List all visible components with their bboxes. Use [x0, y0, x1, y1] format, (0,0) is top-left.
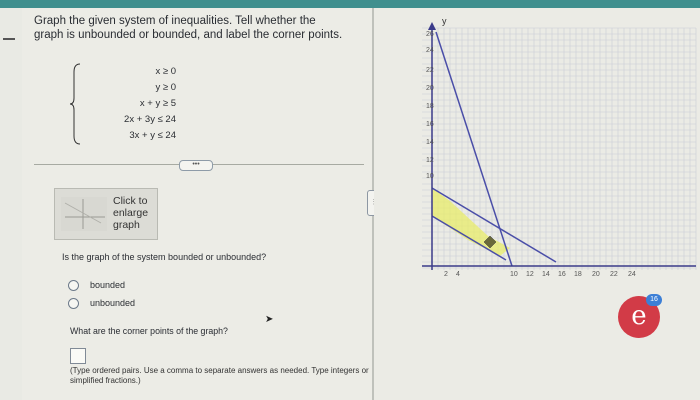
x-tick-label: 16	[558, 271, 566, 278]
x-tick-label: 4	[456, 271, 460, 278]
option-unbounded-label: unbounded	[90, 298, 136, 308]
radio-circle-icon[interactable]	[68, 298, 79, 309]
x-tick-label: 20	[592, 271, 600, 278]
radio-circle-icon[interactable]	[68, 280, 79, 291]
y-tick-label: 14	[426, 139, 434, 146]
x-tick-label: 22	[610, 271, 618, 278]
collapse-icon[interactable]	[3, 38, 15, 40]
option-bounded[interactable]: bounded	[68, 280, 228, 294]
x-tick-label: 24	[628, 271, 636, 278]
inequality-2: y ≥ 0	[155, 82, 176, 93]
inequality-system: x ≥ 0 y ≥ 0 x + y ≥ 5 2x + 3y ≤ 24 3x + …	[70, 62, 190, 146]
x-tick-label: 14	[542, 271, 550, 278]
mouse-cursor-icon: ➤	[265, 314, 274, 325]
y-tick-label: 12	[426, 157, 434, 164]
graph-thumbnail-icon	[61, 197, 107, 231]
notification-count: 16	[646, 294, 662, 306]
brace-icon	[70, 63, 81, 145]
x-tick-label: 18	[574, 271, 582, 278]
inequality-1: x ≥ 0	[155, 66, 176, 77]
y-tick-label: 16	[426, 121, 434, 128]
y-tick-label: 18	[426, 103, 434, 110]
y-tick-label: 24	[426, 47, 434, 54]
inequality-5: 3x + y ≤ 24	[129, 130, 176, 141]
answer-hint: (Type ordered pairs. Use a comma to sepa…	[70, 366, 369, 385]
y-axis-label: y	[442, 16, 447, 26]
y-tick-labels: 26 24 22 20 18 16 14 12 10	[426, 31, 434, 180]
question-panel: Graph the given system of inequalities. …	[22, 8, 372, 400]
y-axis-arrow-icon	[428, 22, 436, 30]
left-gutter	[0, 8, 22, 400]
y-tick-label: 20	[426, 85, 434, 92]
x-tick-label: 2	[444, 271, 448, 278]
corner-points-input[interactable]	[70, 348, 86, 364]
bounded-question: Is the graph of the system bounded or un…	[62, 252, 267, 262]
x-tick-label: 10	[510, 271, 518, 278]
enlarge-graph-label: Click to enlarge graph	[113, 195, 149, 231]
x-tick-labels: 2 4 10 12 14 16 18 20 22 24	[444, 271, 636, 278]
corner-points-question: What are the corner points of the graph?	[70, 326, 228, 336]
option-bounded-label: bounded	[90, 280, 126, 290]
y-tick-label: 22	[426, 67, 434, 74]
question-text: Graph the given system of inequalities. …	[34, 15, 343, 41]
x-tick-label: 12	[526, 271, 534, 278]
y-tick-label: 26	[426, 31, 434, 38]
enlarge-graph-thumbnail[interactable]: Click to enlarge graph	[54, 188, 158, 240]
graph-panel: y 26 24 22 20 18 16 14 12 10 2 4 10 12 14 16 18 20 22 24	[374, 8, 700, 400]
graph[interactable]: y 262422201816141210 2 4 10 12 14 16 18 20 22 24	[374, 8, 700, 400]
inequality-3: x + y ≥ 5	[139, 98, 176, 109]
top-bar	[0, 0, 700, 8]
inequality-4: 2x + 3y ≤ 24	[124, 114, 176, 125]
y-tick-label: 10	[426, 173, 434, 180]
expand-button[interactable]: •••	[179, 160, 213, 171]
option-unbounded[interactable]: unbounded	[68, 298, 228, 312]
